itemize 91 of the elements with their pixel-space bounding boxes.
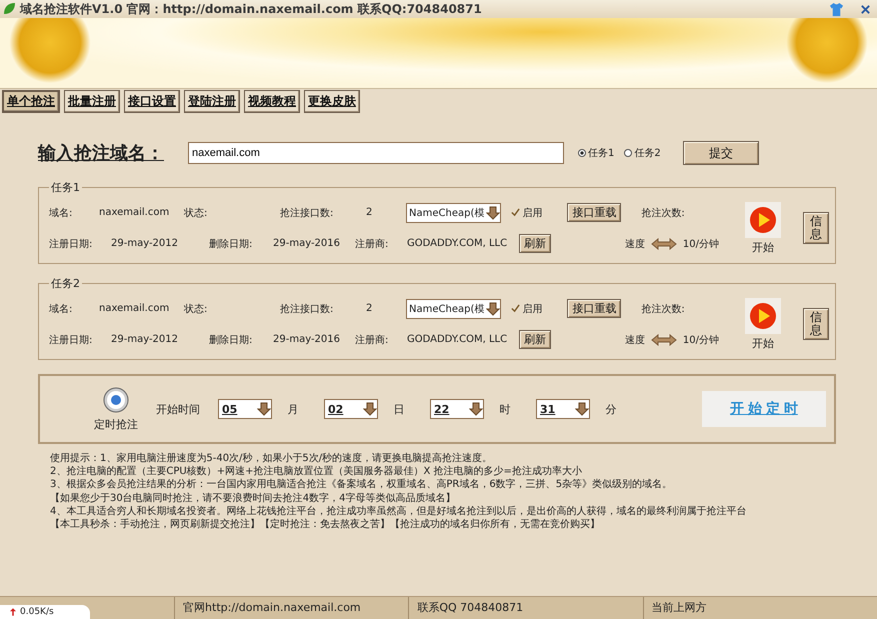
submit-button[interactable]: 提交 bbox=[682, 141, 759, 165]
field-label: 抢注次数: bbox=[641, 302, 685, 316]
field-label: 注册商: bbox=[355, 238, 390, 250]
field-label: 注册商: bbox=[355, 334, 390, 346]
tab[interactable]: 接口设置 bbox=[124, 90, 180, 113]
check-mark-icon[interactable] bbox=[511, 208, 520, 217]
tab[interactable]: 登陆注册 bbox=[184, 90, 240, 113]
tip-text: 【本工具秒杀：手动抢注，网页刷新提交抢注】【定时抢注：免去熬夜之苦】【抢注成功的域名归你所有，无需在竞价购买】 bbox=[50, 518, 601, 532]
tab[interactable]: 单个抢注 bbox=[2, 90, 60, 113]
field-label: 状态: bbox=[184, 206, 208, 220]
registrar-value: GODADDY.COM, LLC bbox=[407, 334, 508, 345]
field-label: 抢注接口数: bbox=[280, 206, 334, 220]
domain-value: naxemail.com bbox=[99, 207, 170, 218]
interface-count: 2 bbox=[366, 207, 374, 218]
status-text: 官网http://domain.naxemail.com bbox=[174, 597, 408, 619]
down-arrow-icon bbox=[363, 402, 377, 416]
speed-value: 10/分钟 bbox=[682, 238, 719, 250]
enable-checkbox[interactable]: 启用 bbox=[511, 206, 568, 220]
down-arrow-icon bbox=[469, 402, 483, 416]
refresh-button[interactable]: 刷新 bbox=[519, 234, 551, 253]
task-radio[interactable]: 任务2 bbox=[624, 146, 661, 160]
close-icon[interactable] bbox=[860, 4, 871, 14]
reg-date-value: 29-may-2012 bbox=[111, 238, 180, 249]
window-title: 域名抢注软件V1.0 官网：http://domain.naxemail.com 联系QQ:704840871 bbox=[20, 0, 482, 18]
field-label: 域名: bbox=[49, 206, 74, 220]
down-arrow-icon bbox=[575, 402, 589, 416]
task-title: 任务2 bbox=[50, 276, 81, 291]
start-label: 开始 bbox=[752, 336, 774, 350]
speed-label: 速度 bbox=[624, 334, 645, 346]
del-date-value: 29-may-2016 bbox=[273, 238, 342, 249]
task-radio[interactable]: 任务1 bbox=[578, 146, 614, 160]
shirt-icon[interactable] bbox=[829, 2, 844, 16]
field-label: 注册日期: bbox=[49, 334, 94, 346]
del-date-value: 29-may-2016 bbox=[273, 334, 342, 345]
time-dropdown[interactable]: 02 bbox=[324, 399, 378, 419]
net-speed-text: 0.05K/s bbox=[20, 607, 54, 617]
play-icon[interactable] bbox=[745, 202, 781, 238]
field-label: 删除日期: bbox=[209, 334, 254, 346]
time-unit: 分 bbox=[604, 402, 618, 416]
reload-button[interactable]: 接口重载 bbox=[567, 299, 622, 318]
info-button[interactable]: 信息 bbox=[803, 212, 829, 244]
up-arrow-icon bbox=[10, 608, 16, 616]
field-label: 注册日期: bbox=[49, 238, 94, 250]
down-arrow-icon bbox=[486, 302, 500, 316]
time-unit: 月 bbox=[286, 402, 300, 416]
tip-text: 使用提示：1、家用电脑注册速度为5-40次/秒，如果小于5次/秒的速度，请更换电脑提高抢注速度。 bbox=[50, 452, 494, 466]
tip-text: 4、本工具适合穷人和长期域名投资者。网络上花钱抢注平台，抢注成功率虽然高，但是好域名抢注到以后，是出价高的人获得，域名的最终利润属于抢注平台 bbox=[50, 504, 748, 518]
timer-label: 定时抢注 bbox=[94, 416, 138, 432]
status-text: 联系QQ 704840871 bbox=[408, 597, 643, 619]
domain-input-label: 输入抢注域名： bbox=[38, 142, 165, 165]
down-arrow-icon bbox=[486, 206, 500, 220]
registrar-dropdown[interactable]: NameCheap(模 bbox=[406, 298, 502, 318]
left-right-arrow-icon bbox=[650, 334, 677, 346]
speed-label: 速度 bbox=[624, 238, 645, 250]
down-arrow-icon bbox=[257, 402, 271, 416]
tab[interactable]: 视频教程 bbox=[244, 90, 300, 113]
time-unit: 日 bbox=[392, 402, 406, 416]
time-unit: 时 bbox=[498, 402, 512, 416]
reload-button[interactable]: 接口重载 bbox=[567, 203, 622, 222]
play-icon[interactable] bbox=[745, 298, 781, 334]
speed-value: 10/分钟 bbox=[682, 334, 719, 346]
time-dropdown[interactable]: 05 bbox=[218, 399, 272, 419]
tip-text: 【如果您少于30台电脑同时抢注，请不要浪费时间去抢注4数字，4字母等类似高品质域名】 bbox=[50, 492, 456, 505]
task-title: 任务1 bbox=[50, 180, 81, 195]
check-mark-icon[interactable] bbox=[511, 304, 520, 313]
domain-value: naxemail.com bbox=[99, 303, 170, 314]
reg-date-value: 29-may-2012 bbox=[111, 334, 180, 345]
field-label: 删除日期: bbox=[209, 238, 254, 250]
domain-input-field[interactable]: naxemail.com bbox=[188, 142, 564, 164]
registrar-dropdown[interactable]: NameCheap(模 bbox=[406, 202, 502, 222]
time-dropdown[interactable]: 31 bbox=[536, 399, 590, 419]
leaf-icon bbox=[2, 2, 16, 16]
info-button[interactable]: 信息 bbox=[803, 308, 829, 340]
refresh-button[interactable]: 刷新 bbox=[519, 330, 551, 349]
interface-count: 2 bbox=[366, 303, 374, 314]
tip-text: 2、抢注电脑的配置（主要CPU核数）+网速+抢注电脑放置位置（美国服务器最佳）X 抢注电脑的多少=抢注成功率大小 bbox=[50, 465, 583, 478]
field-label: 域名: bbox=[49, 302, 74, 316]
field-label: 抢注接口数: bbox=[280, 302, 334, 316]
clock-icon bbox=[103, 386, 129, 412]
field-label: 抢注次数: bbox=[641, 206, 685, 220]
tip-text: 3、根据众多会员抢注结果的分析：一台国内家用电脑适合抢注《备案域名，权重域名、高PR域名，6数字，三拼、5杂等》类似级别的域名。 bbox=[50, 478, 674, 492]
field-label: 状态: bbox=[184, 302, 208, 316]
time-dropdown[interactable]: 22 bbox=[430, 399, 484, 419]
enable-checkbox[interactable]: 启用 bbox=[511, 302, 568, 316]
tab[interactable]: 更换皮肤 bbox=[304, 90, 360, 113]
start-label: 开始 bbox=[752, 240, 774, 254]
status-text: 当前上网方 bbox=[642, 597, 877, 619]
tab[interactable]: 批量注册 bbox=[64, 90, 120, 113]
start-time-label: 开始时间 bbox=[156, 402, 200, 416]
registrar-value: GODADDY.COM, LLC bbox=[407, 238, 508, 249]
left-right-arrow-icon bbox=[650, 238, 677, 250]
